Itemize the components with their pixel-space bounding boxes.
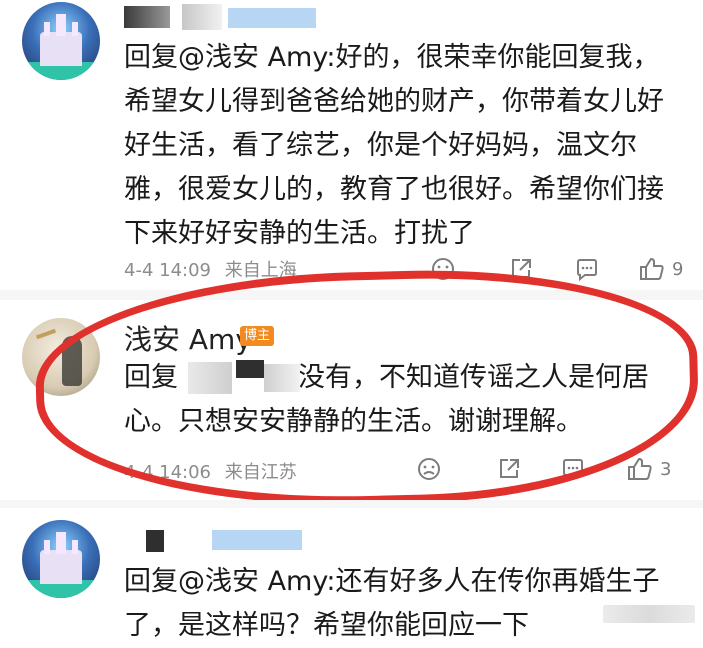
commenter-avatar[interactable] <box>22 520 100 598</box>
repost-icon <box>512 259 531 278</box>
text-line: :好的，很荣幸你能回复我， <box>326 42 660 73</box>
timestamp: 4-4 14:06 <box>124 462 211 483</box>
watermark <box>603 605 695 623</box>
like-button[interactable]: 3 <box>626 456 671 482</box>
text-line: 了，是这样吗？希望你能回应一下 <box>124 610 529 641</box>
blurred-mention-2 <box>236 360 264 378</box>
blurred-username-2 <box>182 4 222 30</box>
author-username[interactable]: 浅安 Amy <box>124 318 252 358</box>
like-button[interactable]: 9 <box>638 256 683 282</box>
author-badge: 博主 <box>240 326 275 346</box>
repost-button[interactable] <box>496 456 522 482</box>
text-line: 雅，很爱女儿的，教育了也很好。希望你们接 <box>124 174 664 205</box>
repost-button[interactable] <box>508 256 534 282</box>
reply-button[interactable] <box>560 456 586 482</box>
blurred-mention <box>188 362 232 394</box>
location: 来自江苏 <box>224 462 297 483</box>
text-line: 希望女儿得到爸爸给她的财产，你带着女儿好 <box>124 86 664 117</box>
blurred-username <box>124 6 170 28</box>
comment-meta: 4-4 14:09 来自上海 <box>124 256 297 282</box>
like-icon <box>628 457 652 480</box>
text-line: 下来好好安静的生活。打扰了 <box>124 218 475 249</box>
reply-prefix: 回复 <box>124 42 178 73</box>
comment-meta: 4-4 14:06 来自江苏 <box>124 458 297 484</box>
like-icon <box>640 257 664 280</box>
mention-link[interactable]: @浅安 Amy <box>178 42 326 73</box>
section-divider <box>0 500 703 508</box>
section-divider <box>0 290 703 300</box>
repost-icon <box>500 459 519 478</box>
text-line: 心。只想安安静静的生活。谢谢理解。 <box>124 406 583 437</box>
blurred-username-3 <box>228 8 316 28</box>
text-line: 好生活，看了综艺，你是个好妈妈，温文尔 <box>124 130 637 161</box>
blurred-username-2 <box>212 530 302 550</box>
reply-prefix: 回复 <box>124 362 178 393</box>
text-line: :还有好多人在传你再婚生子 <box>326 566 660 597</box>
mention-link[interactable]: @浅安 Amy <box>178 566 326 597</box>
comment-icon <box>577 259 597 282</box>
reply-button[interactable] <box>574 256 600 282</box>
comment-text: 回复@浅安 Amy:还有好多人在传你再婚生子 了，是这样吗？希望你能回应一下 <box>124 560 699 648</box>
dislike-icon <box>432 258 454 280</box>
text-line: 没有，不知道传谣之人是何居 <box>298 362 649 393</box>
like-count: 9 <box>672 258 684 280</box>
dislike-button[interactable] <box>430 256 456 282</box>
reply-prefix: 回复 <box>124 566 178 597</box>
dislike-button[interactable] <box>416 456 442 482</box>
author-avatar[interactable] <box>22 318 100 396</box>
comment-text: 回复@浅安 Amy:好的，很荣幸你能回复我， 希望女儿得到爸爸给她的财产，你带着… <box>124 36 699 256</box>
location: 来自上海 <box>224 260 297 281</box>
comment-icon <box>563 459 583 482</box>
timestamp: 4-4 14:09 <box>124 260 211 281</box>
blurred-mention-3 <box>264 364 300 392</box>
like-count: 3 <box>660 458 672 480</box>
blurred-username <box>146 530 164 552</box>
commenter-avatar[interactable] <box>22 2 100 80</box>
dislike-icon <box>418 458 440 480</box>
